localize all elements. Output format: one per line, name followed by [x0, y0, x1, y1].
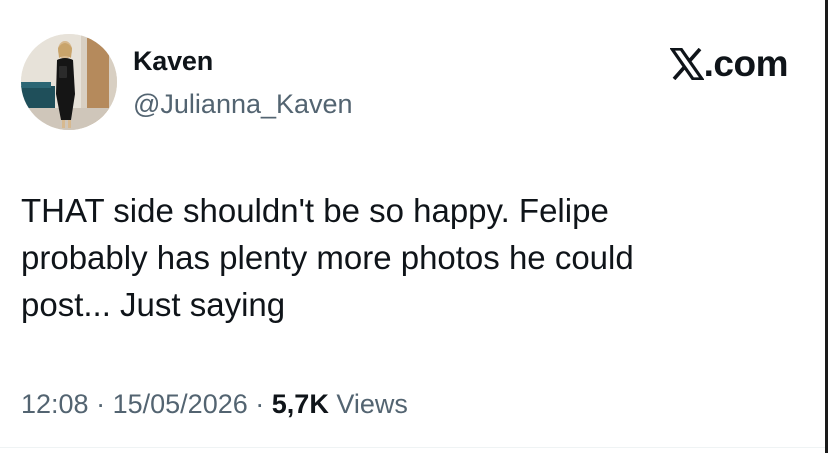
meta-separator: ·	[255, 389, 265, 419]
brand-watermark: .com	[669, 43, 789, 84]
tweet-card: Kaven @Julianna_Kaven .com THAT side sho…	[0, 0, 828, 453]
views-count: 5,7K	[271, 389, 329, 419]
tweet-text: THAT side shouldn't be so happy. Felipe …	[21, 192, 634, 323]
x-logo-icon	[669, 48, 704, 80]
views-label: Views	[336, 389, 408, 419]
tweet-time[interactable]: 12:08	[21, 389, 89, 419]
avatar[interactable]	[21, 34, 117, 130]
author-handle[interactable]: @Julianna_Kaven	[133, 89, 353, 120]
divider	[0, 447, 825, 448]
tweet-date[interactable]: 15/05/2026	[113, 389, 248, 419]
brand-domain-text: .com	[703, 43, 789, 84]
tweet-meta: 12:08 · 15/05/2026 · 5,7K Views	[21, 389, 408, 420]
profile-photo-image	[21, 34, 117, 130]
author-display-name[interactable]: Kaven	[133, 46, 213, 77]
meta-separator: ·	[96, 389, 106, 419]
